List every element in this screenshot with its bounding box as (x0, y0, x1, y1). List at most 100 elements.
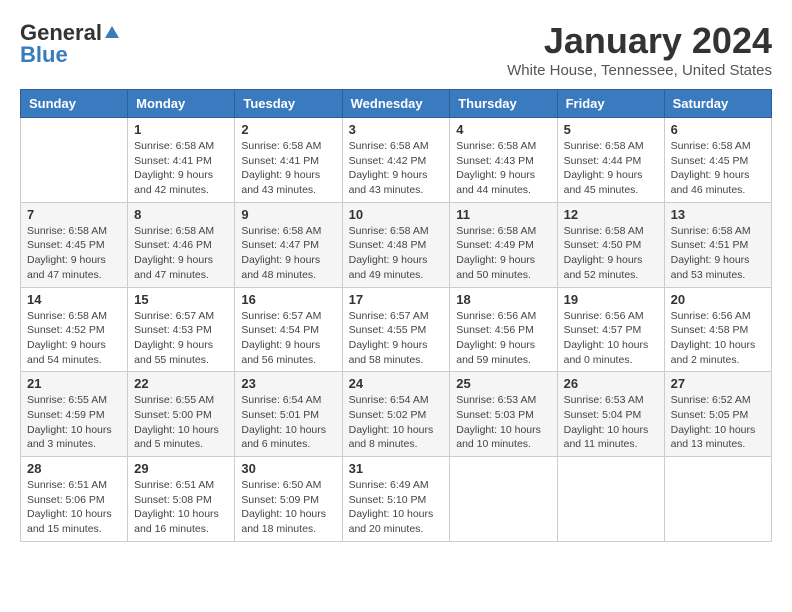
calendar-cell (450, 457, 557, 542)
weekday-header-row: Sunday Monday Tuesday Wednesday Thursday… (21, 90, 772, 118)
header-tuesday: Tuesday (235, 90, 342, 118)
day-number: 4 (456, 122, 550, 137)
day-number: 8 (134, 207, 228, 222)
day-info: Sunrise: 6:49 AMSunset: 5:10 PMDaylight:… (349, 478, 444, 537)
day-number: 30 (241, 461, 335, 476)
header-thursday: Thursday (450, 90, 557, 118)
day-info: Sunrise: 6:54 AMSunset: 5:01 PMDaylight:… (241, 393, 335, 452)
calendar-cell: 22 Sunrise: 6:55 AMSunset: 5:00 PMDayligh… (128, 372, 235, 457)
calendar-cell: 24 Sunrise: 6:54 AMSunset: 5:02 PMDayligh… (342, 372, 450, 457)
header-saturday: Saturday (664, 90, 771, 118)
day-info: Sunrise: 6:58 AMSunset: 4:45 PMDaylight:… (27, 224, 121, 283)
calendar-cell: 26 Sunrise: 6:53 AMSunset: 5:04 PMDayligh… (557, 372, 664, 457)
calendar-cell: 31 Sunrise: 6:49 AMSunset: 5:10 PMDayligh… (342, 457, 450, 542)
day-info: Sunrise: 6:57 AMSunset: 4:55 PMDaylight:… (349, 309, 444, 368)
logo: General Blue (20, 20, 122, 68)
logo-blue: Blue (20, 42, 68, 68)
week-row-3: 14 Sunrise: 6:58 AMSunset: 4:52 PMDayligh… (21, 287, 772, 372)
day-number: 9 (241, 207, 335, 222)
calendar-cell: 19Sunrise: 6:56 AMSunset: 4:57 PMDayligh… (557, 287, 664, 372)
calendar-cell: 2Sunrise: 6:58 AMSunset: 4:41 PMDaylight… (235, 118, 342, 203)
calendar-cell: 17 Sunrise: 6:57 AMSunset: 4:55 PMDayligh… (342, 287, 450, 372)
calendar-cell: 16 Sunrise: 6:57 AMSunset: 4:54 PMDayligh… (235, 287, 342, 372)
calendar-cell: 5 Sunrise: 6:58 AMSunset: 4:44 PMDaylight… (557, 118, 664, 203)
calendar-cell: 21Sunrise: 6:55 AMSunset: 4:59 PMDayligh… (21, 372, 128, 457)
calendar-cell: 11 Sunrise: 6:58 AMSunset: 4:49 PMDayligh… (450, 202, 557, 287)
day-number: 2 (241, 122, 335, 137)
title-section: January 2024 White House, Tennessee, Uni… (507, 20, 772, 79)
calendar-cell (21, 118, 128, 203)
day-info: Sunrise: 6:58 AMSunset: 4:48 PMDaylight:… (349, 224, 444, 283)
day-number: 7 (27, 207, 121, 222)
day-info: Sunrise: 6:51 AMSunset: 5:08 PMDaylight:… (134, 478, 228, 537)
day-info: Sunrise: 6:58 AMSunset: 4:52 PMDaylight:… (27, 309, 121, 368)
day-info: Sunrise: 6:57 AMSunset: 4:54 PMDaylight:… (241, 309, 335, 368)
calendar-cell: 23Sunrise: 6:54 AMSunset: 5:01 PMDayligh… (235, 372, 342, 457)
calendar-cell: 10 Sunrise: 6:58 AMSunset: 4:48 PMDayligh… (342, 202, 450, 287)
header-monday: Monday (128, 90, 235, 118)
day-number: 20 (671, 292, 765, 307)
day-info: Sunrise: 6:58 AMSunset: 4:42 PMDaylight:… (349, 139, 444, 198)
day-number: 17 (349, 292, 444, 307)
calendar-cell (664, 457, 771, 542)
calendar-cell: 7 Sunrise: 6:58 AMSunset: 4:45 PMDaylight… (21, 202, 128, 287)
calendar-cell: 13Sunrise: 6:58 AMSunset: 4:51 PMDayligh… (664, 202, 771, 287)
week-row-5: 28Sunrise: 6:51 AMSunset: 5:06 PMDayligh… (21, 457, 772, 542)
day-number: 19 (564, 292, 658, 307)
page-header: General Blue January 2024 White House, T… (20, 20, 772, 79)
day-info: Sunrise: 6:54 AMSunset: 5:02 PMDaylight:… (349, 393, 444, 452)
day-number: 12 (564, 207, 658, 222)
calendar-cell: 14 Sunrise: 6:58 AMSunset: 4:52 PMDayligh… (21, 287, 128, 372)
day-info: Sunrise: 6:58 AMSunset: 4:44 PMDaylight:… (564, 139, 658, 198)
day-info: Sunrise: 6:53 AMSunset: 5:03 PMDaylight:… (456, 393, 550, 452)
week-row-2: 7 Sunrise: 6:58 AMSunset: 4:45 PMDaylight… (21, 202, 772, 287)
calendar-cell: 28Sunrise: 6:51 AMSunset: 5:06 PMDayligh… (21, 457, 128, 542)
calendar-cell: 8 Sunrise: 6:58 AMSunset: 4:46 PMDaylight… (128, 202, 235, 287)
day-number: 3 (349, 122, 444, 137)
calendar-cell (557, 457, 664, 542)
day-number: 25 (456, 376, 550, 391)
day-number: 26 (564, 376, 658, 391)
calendar-cell: 9Sunrise: 6:58 AMSunset: 4:47 PMDaylight… (235, 202, 342, 287)
day-info: Sunrise: 6:57 AMSunset: 4:53 PMDaylight:… (134, 309, 228, 368)
day-number: 22 (134, 376, 228, 391)
header-friday: Friday (557, 90, 664, 118)
calendar-cell: 4 Sunrise: 6:58 AMSunset: 4:43 PMDaylight… (450, 118, 557, 203)
calendar-cell: 20Sunrise: 6:56 AMSunset: 4:58 PMDayligh… (664, 287, 771, 372)
calendar-cell: 15 Sunrise: 6:57 AMSunset: 4:53 PMDayligh… (128, 287, 235, 372)
day-number: 29 (134, 461, 228, 476)
day-info: Sunrise: 6:51 AMSunset: 5:06 PMDaylight:… (27, 478, 121, 537)
day-number: 15 (134, 292, 228, 307)
calendar-cell: 30Sunrise: 6:50 AMSunset: 5:09 PMDayligh… (235, 457, 342, 542)
day-info: Sunrise: 6:58 AMSunset: 4:51 PMDaylight:… (671, 224, 765, 283)
calendar-cell: 3 Sunrise: 6:58 AMSunset: 4:42 PMDaylight… (342, 118, 450, 203)
day-info: Sunrise: 6:58 AMSunset: 4:45 PMDaylight:… (671, 139, 765, 198)
calendar-cell: 6 Sunrise: 6:58 AMSunset: 4:45 PMDaylight… (664, 118, 771, 203)
day-info: Sunrise: 6:58 AMSunset: 4:50 PMDaylight:… (564, 224, 658, 283)
calendar-cell: 12 Sunrise: 6:58 AMSunset: 4:50 PMDayligh… (557, 202, 664, 287)
calendar-cell: 27Sunrise: 6:52 AMSunset: 5:05 PMDayligh… (664, 372, 771, 457)
day-number: 6 (671, 122, 765, 137)
day-info: Sunrise: 6:58 AMSunset: 4:46 PMDaylight:… (134, 224, 228, 283)
day-number: 5 (564, 122, 658, 137)
day-info: Sunrise: 6:52 AMSunset: 5:05 PMDaylight:… (671, 393, 765, 452)
day-number: 11 (456, 207, 550, 222)
day-info: Sunrise: 6:55 AMSunset: 5:00 PMDaylight:… (134, 393, 228, 452)
day-info: Sunrise: 6:58 AMSunset: 4:41 PMDaylight:… (134, 139, 228, 198)
day-number: 31 (349, 461, 444, 476)
calendar-table: Sunday Monday Tuesday Wednesday Thursday… (20, 89, 772, 542)
day-number: 14 (27, 292, 121, 307)
day-number: 1 (134, 122, 228, 137)
day-info: Sunrise: 6:58 AMSunset: 4:43 PMDaylight:… (456, 139, 550, 198)
day-info: Sunrise: 6:53 AMSunset: 5:04 PMDaylight:… (564, 393, 658, 452)
logo-icon (103, 24, 121, 42)
day-number: 18 (456, 292, 550, 307)
day-number: 10 (349, 207, 444, 222)
day-info: Sunrise: 6:58 AMSunset: 4:49 PMDaylight:… (456, 224, 550, 283)
day-number: 24 (349, 376, 444, 391)
day-info: Sunrise: 6:55 AMSunset: 4:59 PMDaylight:… (27, 393, 121, 452)
calendar-cell: 29 Sunrise: 6:51 AMSunset: 5:08 PMDayligh… (128, 457, 235, 542)
day-number: 16 (241, 292, 335, 307)
calendar-cell: 18Sunrise: 6:56 AMSunset: 4:56 PMDayligh… (450, 287, 557, 372)
week-row-4: 21Sunrise: 6:55 AMSunset: 4:59 PMDayligh… (21, 372, 772, 457)
